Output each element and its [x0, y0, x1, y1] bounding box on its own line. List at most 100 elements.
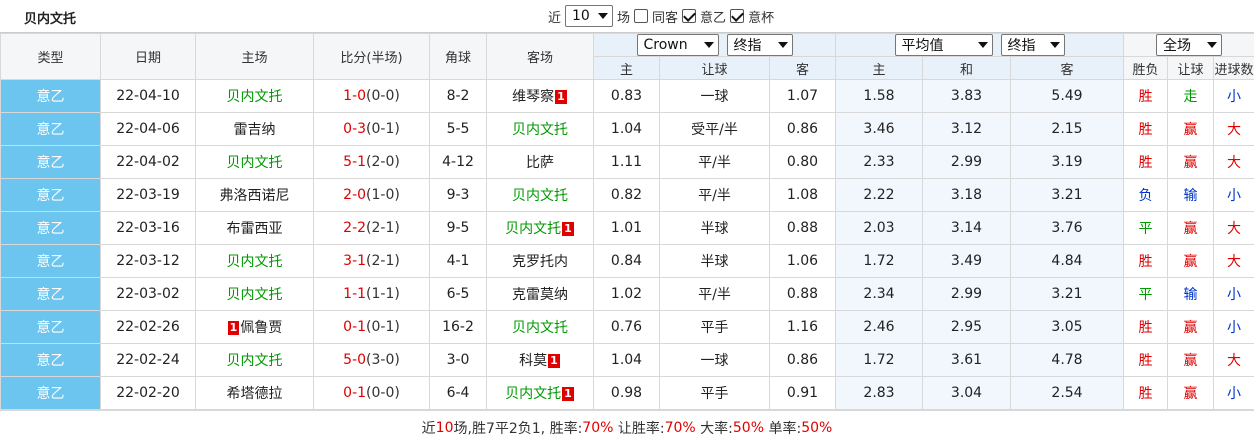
away-team-cell[interactable]: 贝内文托 1 [486, 211, 594, 245]
home-team-cell[interactable]: 贝内文托 [195, 343, 314, 377]
col-date: 日期 [100, 33, 196, 80]
avg-kind-select[interactable]: 终指 [1000, 34, 1065, 56]
home-team-cell[interactable]: 贝内文托 [195, 145, 314, 179]
result-goals: 小 [1213, 79, 1254, 113]
away-team-cell[interactable]: 贝内文托 [486, 310, 594, 344]
full-time-score: 3-1 [343, 253, 367, 269]
score-cell[interactable]: 1-1(1-1) [313, 277, 430, 311]
eu-home-odds: 2.33 [835, 145, 924, 179]
score-cell[interactable]: 1-0(0-0) [313, 79, 430, 113]
league-checkbox[interactable] [682, 9, 697, 23]
result-handicap: 输 [1167, 277, 1215, 311]
summary-footer: 近 10 场,胜7平2负1, 胜率: 70% 让胜率: 70% 大率: 50% 单率: 50… [0, 410, 1254, 444]
result-wl: 胜 [1123, 79, 1169, 113]
result-goals: 大 [1213, 244, 1254, 278]
home-team-cell[interactable]: 希塔德拉 [195, 376, 314, 410]
score-cell[interactable]: 3-1(2-1) [313, 244, 430, 278]
away-team-cell[interactable]: 贝内文托 [486, 112, 594, 146]
ah-line: 平手 [659, 310, 770, 344]
table-row[interactable]: 意乙 22-03-19 弗洛西诺尼 2-0(1-0) 9-3 贝内文托 0.82 平/半 1.0… [0, 178, 1254, 212]
home-team-cell[interactable]: 贝内文托 [195, 277, 314, 311]
games-count-select[interactable]: 10 [565, 5, 614, 27]
table-row[interactable]: 意乙 22-03-02 贝内文托 1-1(1-1) 6-5 克雷莫纳 1.02 平/半 0.88… [0, 277, 1254, 311]
eu-draw-odds: 3.49 [922, 244, 1012, 278]
result-handicap: 赢 [1167, 211, 1215, 245]
ah-away-odds: 1.16 [768, 310, 837, 344]
red-card-badge: 1 [548, 354, 560, 368]
odds-company-select[interactable]: Crown [636, 34, 719, 56]
half-time-score: (3-0) [366, 352, 400, 368]
asian-odds-header: Crown 终指 [592, 33, 837, 57]
score-cell[interactable]: 5-0(3-0) [313, 343, 430, 377]
result-goals: 小 [1213, 376, 1254, 410]
match-date: 22-04-02 [100, 145, 196, 179]
score-cell[interactable]: 0-3(0-1) [313, 112, 430, 146]
chevron-down-icon [1049, 42, 1060, 48]
col-score: 比分(半场) [313, 33, 430, 80]
home-team: 贝内文托 [226, 254, 283, 270]
away-team-cell[interactable]: 维琴察 1 [486, 79, 594, 113]
away-team-cell[interactable]: 比萨 [486, 145, 594, 179]
match-table: 类型 日期 主场 比分(半场) 角球 客场 Crown 终指 平均值 终指 全场 [0, 33, 1254, 410]
away-team-cell[interactable]: 科莫 1 [486, 343, 594, 377]
score-cell[interactable]: 0-1(0-1) [313, 310, 430, 344]
half-time-score: (0-1) [366, 121, 400, 137]
table-row[interactable]: 意乙 22-03-16 布雷西亚 2-2(2-1) 9-5 贝内文托 1 1.01 半球 0.88… [0, 211, 1254, 245]
period-select[interactable]: 全场 [1156, 34, 1223, 56]
score-cell[interactable]: 0-1(0-0) [313, 376, 430, 410]
away-team-cell[interactable]: 克罗托内 [486, 244, 594, 278]
score-cell[interactable]: 2-2(2-1) [313, 211, 430, 245]
chevron-down-icon [977, 42, 988, 48]
home-team: 布雷西亚 [226, 221, 283, 237]
away-team-cell[interactable]: 贝内文托 [486, 178, 594, 212]
half-time-score: (0-0) [366, 88, 400, 104]
result-wl: 胜 [1123, 145, 1169, 179]
table-row[interactable]: 意乙 22-03-12 贝内文托 3-1(2-1) 4-1 克罗托内 0.84 半球 1.06 1… [0, 244, 1254, 278]
eu-draw-odds: 2.99 [922, 145, 1012, 179]
home-team-cell[interactable]: 雷吉纳 [195, 112, 314, 146]
away-team: 克罗托内 [512, 254, 568, 270]
home-team-cell[interactable]: 贝内文托 [195, 79, 314, 113]
result-goals: 小 [1213, 310, 1254, 344]
col-eu-home: 主 [835, 56, 924, 80]
eu-away-odds: 4.78 [1010, 343, 1125, 377]
ah-home-odds: 1.04 [593, 112, 660, 146]
eu-home-odds: 2.22 [835, 178, 924, 212]
away-team-cell[interactable]: 克雷莫纳 [486, 277, 594, 311]
away-team: 科莫 [519, 353, 548, 369]
result-handicap: 赢 [1167, 145, 1215, 179]
eu-draw-odds: 3.12 [922, 112, 1012, 146]
home-team-cell[interactable]: 1 佩鲁贾 [195, 310, 314, 344]
table-row[interactable]: 意乙 22-04-10 贝内文托 1-0(0-0) 8-2 维琴察 1 0.83 一球 1.07 1… [0, 79, 1254, 113]
ah-home-odds: 0.98 [593, 376, 660, 410]
match-date: 22-03-16 [100, 211, 196, 245]
half-time-score: (0-1) [366, 319, 400, 335]
games-label: 场 [617, 10, 631, 26]
eu-draw-odds: 2.95 [922, 310, 1012, 344]
table-row[interactable]: 意乙 22-04-02 贝内文托 5-1(2-0) 4-12 比萨 1.11 平/半 0.80 2… [0, 145, 1254, 179]
ah-away-odds: 0.86 [768, 112, 837, 146]
score-cell[interactable]: 5-1(2-0) [313, 145, 430, 179]
table-row[interactable]: 意乙 22-02-26 1 佩鲁贾 0-1(0-1) 16-2 贝内文托 0.76 平手 1.16… [0, 310, 1254, 344]
result-goals: 大 [1213, 211, 1254, 245]
euro-odds-header: 平均值 终指 [835, 33, 1125, 57]
table-row[interactable]: 意乙 22-02-20 希塔德拉 0-1(0-0) 6-4 贝内文托 1 0.98 平手 0.91… [0, 376, 1254, 410]
away-team-cell[interactable]: 贝内文托 1 [486, 376, 594, 410]
eu-away-odds: 4.84 [1010, 244, 1125, 278]
cup-checkbox[interactable] [730, 9, 745, 23]
table-row[interactable]: 意乙 22-02-24 贝内文托 5-0(3-0) 3-0 科莫 1 1.04 一球 0.86 1.… [0, 343, 1254, 377]
summary-text: 单率: [764, 420, 802, 437]
home-team-cell[interactable]: 弗洛西诺尼 [195, 178, 314, 212]
odds-kind-select[interactable]: 终指 [726, 34, 793, 56]
score-cell[interactable]: 2-0(1-0) [313, 178, 430, 212]
home-team-cell[interactable]: 布雷西亚 [195, 211, 314, 245]
summary-text: 让胜率: [613, 420, 665, 437]
home-team-cell[interactable]: 贝内文托 [195, 244, 314, 278]
same-home-checkbox[interactable] [634, 9, 649, 23]
table-row[interactable]: 意乙 22-04-06 雷吉纳 0-3(0-1) 5-5 贝内文托 1.04 受平/半 0.86… [0, 112, 1254, 146]
avg-select[interactable]: 平均值 [894, 34, 993, 56]
half-time-score: (2-1) [366, 253, 400, 269]
team-title: 贝内文托 [24, 12, 77, 27]
match-date: 22-02-26 [100, 310, 196, 344]
eu-away-odds: 2.54 [1010, 376, 1125, 410]
